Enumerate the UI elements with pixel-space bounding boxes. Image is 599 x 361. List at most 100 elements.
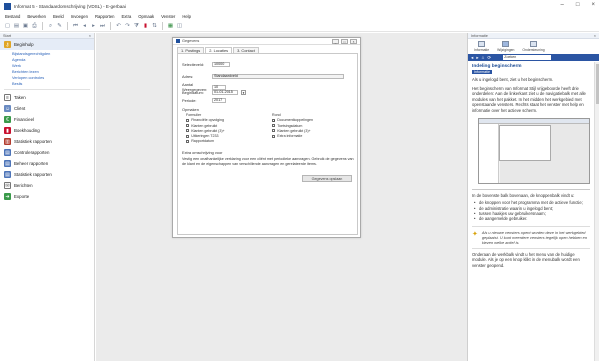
option-checkbox[interactable]: Toetsingsdatum — [272, 124, 313, 128]
save-icon[interactable]: ▣ — [22, 23, 29, 30]
checkbox-box[interactable] — [186, 124, 190, 128]
checkbox-box-checked[interactable]: ✓ — [272, 118, 275, 122]
help-header-title: Informatie — [471, 33, 488, 38]
menu-bewerken[interactable]: Bewerken — [27, 14, 46, 19]
menu-venster[interactable]: Venster — [161, 14, 175, 19]
nav-section-statistiek[interactable]: ▥ Statistiek rapporten — [0, 136, 94, 147]
count-field[interactable]: 10 — [212, 84, 226, 90]
nav-section-taken[interactable]: ≡ Taken — [0, 92, 94, 103]
help-badge: Informatie — [472, 70, 492, 74]
help-tool-ondersteuning[interactable]: Ondersteuning — [522, 41, 545, 52]
help-divider — [472, 188, 590, 190]
new-icon[interactable]: ▢ — [4, 23, 11, 30]
toolbar-divider — [110, 22, 111, 30]
maximize-button[interactable]: □ — [576, 2, 580, 8]
menu-help[interactable]: Help — [182, 14, 191, 19]
period-row: Periode: 2017 — [182, 98, 226, 103]
report-icon: ▤ — [4, 149, 11, 156]
nav-section-label: Berichten — [14, 183, 33, 188]
help-paragraph: Onderaan de werkbalk vindt u het menu va… — [472, 251, 580, 268]
tools-icon[interactable]: ✎ — [56, 23, 63, 30]
menu-invoegen[interactable]: Invoegen — [71, 14, 88, 19]
checkbox-label: Klanten gebruikt (3)+ — [277, 128, 311, 133]
code-field[interactable]: 10000 — [212, 62, 230, 67]
option-checkbox[interactable]: ✓ Documentkoppelingen — [272, 118, 313, 122]
option-checkbox[interactable]: Uitkeringen T233 — [186, 134, 225, 138]
dialog-close-button[interactable]: × — [350, 39, 357, 44]
filter-icon[interactable]: ⧩ — [133, 23, 140, 30]
nav-section-beginhulp[interactable]: ⚷ Beginhulp — [0, 39, 94, 50]
refresh-icon[interactable]: ⟳ — [487, 55, 491, 61]
menu-rapporten[interactable]: Rapporten — [95, 14, 115, 19]
nav-section-financieel[interactable]: € Financieel — [0, 114, 94, 125]
help-search-input[interactable]: Zoeken — [503, 55, 552, 60]
nav-section-statistiek-2[interactable]: ▤ Statistiek rapporten — [0, 169, 94, 180]
minimize-button[interactable]: – — [561, 2, 564, 8]
checkbox-box[interactable] — [272, 134, 276, 138]
help-scrollbar[interactable] — [594, 62, 599, 361]
nav-section-berichten[interactable]: ✉ Berichten — [0, 180, 94, 191]
option-checkbox[interactable]: Klanten gebruikt (3)+ — [186, 129, 225, 133]
nav-section-exporte[interactable]: ➜ Exporte — [0, 191, 94, 202]
checkbox-box[interactable] — [186, 129, 190, 133]
help-tool-wijzigingen[interactable]: Wijzigingen — [497, 41, 514, 52]
undo-icon[interactable]: ↶ — [115, 23, 122, 30]
sort-icon[interactable]: ⇅ — [151, 23, 158, 30]
date-row: Begindatum: 01-01-2015 ▾ — [182, 90, 246, 95]
print-icon[interactable]: ⎙ — [31, 23, 38, 30]
option-checkbox[interactable]: Extra informatie — [272, 134, 313, 138]
nav-section-client[interactable]: ☺ Cliënt — [0, 103, 94, 114]
option-checkbox[interactable]: Klanten gebruikt (3)+ — [272, 129, 313, 133]
dialog-minimize-button[interactable]: _ — [332, 39, 339, 44]
checkbox-box[interactable] — [186, 139, 190, 144]
bookmark-icon[interactable]: ▮ — [142, 23, 149, 30]
menu-beeld[interactable]: Beeld — [53, 14, 64, 19]
help-tool-informatie[interactable]: Informatie — [474, 41, 489, 52]
address-field[interactable]: Standaardveld — [212, 74, 344, 79]
checkbox-box[interactable] — [272, 129, 276, 133]
dialog-controls: _ □ × — [332, 39, 357, 44]
dialog-maximize-button[interactable]: □ — [341, 39, 348, 44]
date-field[interactable]: 01-01-2015 — [212, 90, 238, 95]
window-icon[interactable]: ◫ — [176, 23, 183, 30]
close-window-button[interactable]: × — [591, 2, 595, 8]
checkbox-box[interactable] — [186, 134, 190, 138]
forward-arrow-icon[interactable]: ▸ — [476, 55, 478, 61]
export-icon[interactable]: ▦ — [167, 23, 174, 30]
search-icon[interactable]: ⌕ — [47, 23, 54, 30]
first-record-icon[interactable]: ⏮ — [72, 23, 79, 30]
menu-bestand[interactable]: Bestand — [5, 14, 20, 19]
help-tool-label: Informatie — [474, 48, 490, 52]
open-icon[interactable]: ▤ — [13, 23, 20, 30]
chart-icon: ▥ — [4, 138, 11, 145]
home-icon[interactable]: ⌂ — [482, 55, 485, 60]
option-checkbox[interactable]: Klanten gebruikt — [186, 124, 225, 128]
next-record-icon[interactable]: ▸ — [90, 23, 97, 30]
options-column-right: Rond ✓ Documentkoppelingen Toetsingsdatum… — [272, 113, 313, 138]
nav-section-beheer[interactable]: ▤ Beheer rapporten — [0, 158, 94, 169]
menu-opmaak[interactable]: Opmaak — [138, 14, 154, 19]
nav-section-boekhouding[interactable]: ▮ Boekhouding — [0, 125, 94, 136]
checkbox-box[interactable] — [186, 118, 190, 122]
code-label: Selectieveld: — [182, 62, 205, 67]
back-arrow-icon[interactable]: ◂ — [471, 55, 473, 61]
address-label: Adres: — [182, 74, 194, 79]
previous-record-icon[interactable]: ◂ — [81, 23, 88, 30]
option-checkbox[interactable]: Rapportdatum — [186, 139, 225, 143]
last-record-icon[interactable]: ⏭ — [99, 23, 106, 30]
nav-divider — [4, 86, 90, 90]
money-icon: € — [4, 116, 11, 123]
checkbox-label: Klanten gebruikt (3)+ — [191, 128, 225, 133]
navigation-close-icon[interactable]: × — [89, 34, 91, 38]
checkbox-label: Rapportdatum — [191, 139, 214, 144]
menu-extra[interactable]: Extra — [122, 14, 132, 19]
nav-section-controle[interactable]: ▤ Controlerapporten — [0, 147, 94, 158]
option-checkbox[interactable]: Financiële opvolging — [186, 118, 225, 122]
help-close-icon[interactable]: × — [594, 34, 596, 38]
calendar-dropdown-icon[interactable]: ▾ — [241, 90, 246, 95]
checkbox-box[interactable] — [272, 124, 276, 128]
period-field[interactable]: 2017 — [212, 98, 226, 103]
save-data-button[interactable]: Gegevens opslaan — [302, 175, 352, 182]
window-titlebar: Informat 5 - Standaardomschrijving (VDSL… — [0, 0, 599, 13]
redo-icon[interactable]: ↷ — [124, 23, 131, 30]
